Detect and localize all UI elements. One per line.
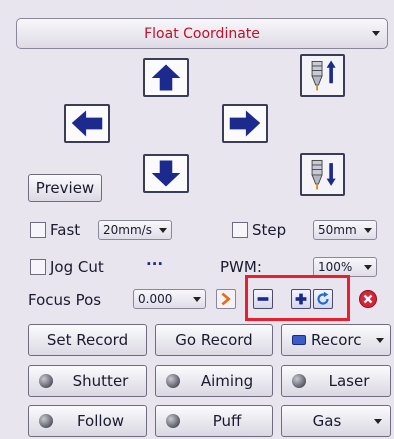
focus-cancel-button[interactable] — [358, 289, 378, 309]
arrow-down-icon — [151, 160, 181, 187]
aiming-label: Aiming — [200, 372, 254, 390]
gas-label: Gas — [312, 412, 342, 430]
minus-icon — [257, 297, 269, 301]
coordinate-mode-value: Float Coordinate — [144, 25, 260, 42]
fast-checkbox[interactable]: Fast — [30, 221, 80, 239]
laser-button[interactable]: Laser — [281, 365, 391, 397]
aiming-status-led — [166, 374, 180, 388]
shutter-label: Shutter — [72, 372, 129, 390]
move-down-button[interactable] — [143, 154, 189, 193]
aiming-button[interactable]: Aiming — [155, 365, 273, 397]
focus-refresh-button[interactable] — [313, 289, 333, 309]
focus-decrease-button[interactable] — [253, 289, 273, 309]
laser-label: Laser — [328, 372, 370, 390]
go-record-button[interactable]: Go Record — [155, 324, 273, 356]
pwm-label: PWM: — [220, 258, 262, 276]
focus-go-button[interactable] — [216, 289, 236, 309]
record-select-label: Recorc — [311, 331, 362, 349]
jog-cut-checkbox[interactable]: Jog Cut — [30, 258, 104, 276]
puff-button[interactable]: Puff — [155, 405, 273, 437]
laser-status-led — [292, 374, 306, 388]
jog-cut-label: Jog Cut — [50, 258, 104, 276]
go-record-label: Go Record — [175, 331, 253, 349]
shutter-button[interactable]: Shutter — [28, 365, 147, 397]
record-select[interactable]: Recorc — [281, 324, 391, 356]
preview-button[interactable]: Preview — [28, 174, 102, 202]
follow-label: Follow — [76, 412, 125, 430]
step-size-select[interactable]: 50mm — [313, 220, 377, 240]
head-up-button[interactable] — [300, 54, 345, 97]
jog-cut-checkbox-box[interactable] — [30, 259, 46, 275]
follow-button[interactable]: Follow — [28, 405, 147, 437]
arrow-up-icon — [151, 64, 181, 91]
set-record-label: Set Record — [46, 331, 129, 349]
follow-status-led — [39, 414, 53, 428]
shutter-status-led — [39, 374, 53, 388]
step-size-value: 50mm — [318, 223, 357, 237]
chevron-down-icon — [376, 338, 384, 343]
record-icon — [292, 335, 306, 345]
jog-cut-more-button[interactable]: ··· — [146, 255, 163, 273]
chevron-down-icon — [374, 419, 382, 424]
puff-status-led — [166, 414, 180, 428]
move-right-button[interactable] — [222, 104, 268, 143]
fast-label: Fast — [50, 221, 81, 239]
step-label: Step — [252, 221, 287, 239]
laser-head-up-icon — [311, 60, 336, 91]
close-icon — [359, 290, 377, 308]
move-up-button[interactable] — [143, 58, 189, 97]
fast-speed-select[interactable]: 20mm/s — [98, 220, 172, 240]
fast-speed-value: 20mm/s — [103, 223, 152, 237]
preview-label: Preview — [35, 179, 95, 197]
arrow-left-icon — [71, 110, 103, 137]
plus-icon — [295, 293, 307, 305]
chevron-down-icon — [372, 31, 380, 36]
arrow-right-icon — [229, 110, 261, 137]
chevron-down-icon — [159, 228, 167, 233]
chevron-right-icon — [221, 292, 231, 306]
focus-increase-button[interactable] — [291, 289, 311, 309]
focus-pos-value: 0.000 — [138, 292, 173, 306]
move-left-button[interactable] — [64, 104, 110, 143]
fast-checkbox-box[interactable] — [30, 222, 46, 238]
focus-pos-select[interactable]: 0.000 — [133, 289, 206, 309]
pwm-select[interactable]: 100% — [313, 257, 377, 277]
set-record-button[interactable]: Set Record — [28, 324, 147, 356]
step-checkbox[interactable]: Step — [232, 221, 286, 239]
refresh-icon — [317, 291, 329, 305]
focus-pos-label: Focus Pos — [28, 291, 102, 309]
chevron-down-icon — [193, 297, 201, 302]
chevron-down-icon — [364, 265, 372, 270]
gas-select[interactable]: Gas — [281, 405, 391, 437]
puff-label: Puff — [212, 412, 242, 430]
pwm-value: 100% — [318, 260, 353, 274]
coordinate-mode-select[interactable]: Float Coordinate — [16, 18, 388, 49]
manual-control-panel: Float Coordinate Preview Fast 20mm/s Ste… — [0, 0, 394, 439]
step-checkbox-box[interactable] — [232, 222, 248, 238]
chevron-down-icon — [364, 228, 372, 233]
head-down-button[interactable] — [300, 153, 345, 196]
laser-head-down-icon — [311, 159, 336, 190]
